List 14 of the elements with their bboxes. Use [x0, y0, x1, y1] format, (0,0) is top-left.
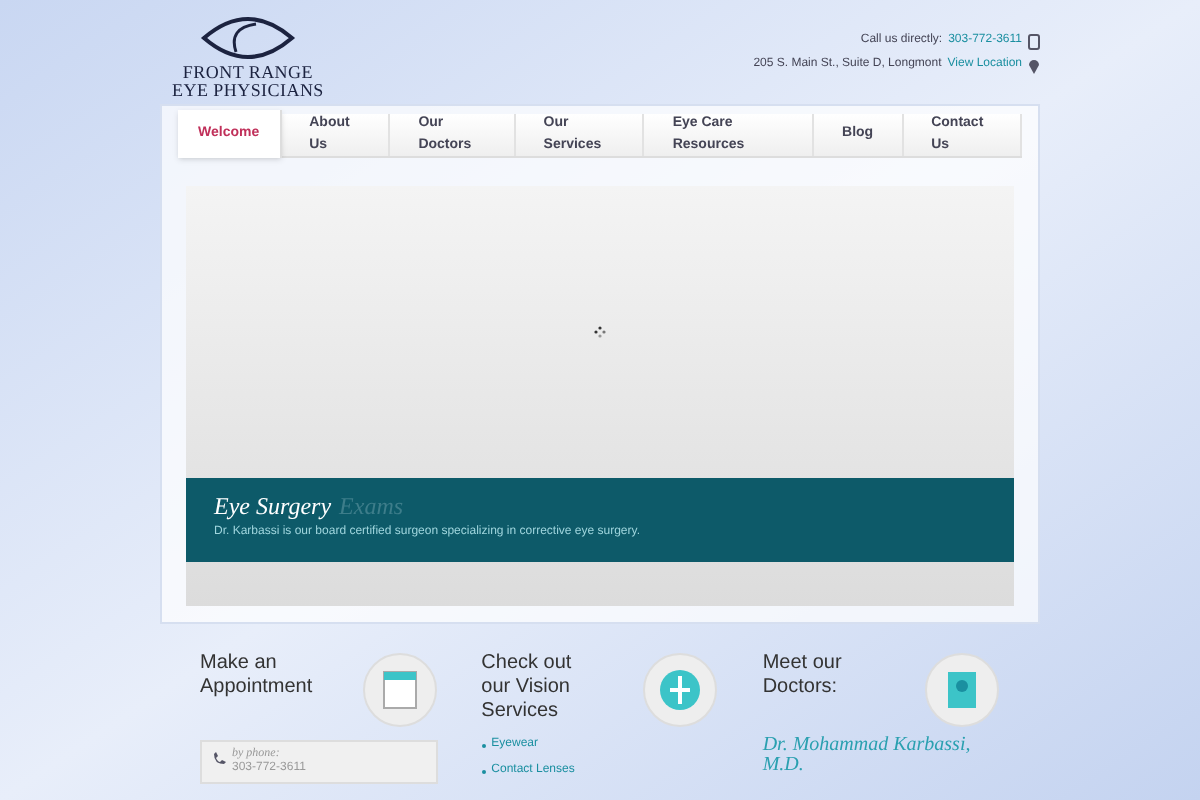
phone-icon	[1028, 33, 1040, 49]
loading-spinner-icon	[594, 326, 606, 338]
contact-book-icon	[923, 652, 1000, 728]
calendar-icon	[361, 652, 438, 728]
medical-cross-icon	[642, 652, 719, 728]
slide-title: Eye Surgery	[214, 494, 332, 520]
column-heading: Make an Appointment	[200, 652, 315, 700]
logo-text: FRONT RANGE	[182, 64, 313, 82]
phone-icon	[214, 752, 226, 764]
map-pin-icon	[1028, 57, 1040, 73]
eye-logo-icon	[199, 12, 296, 64]
column-heading: Check out our Vision Services	[481, 652, 574, 724]
column-heading: Meet our Doctors:	[762, 652, 844, 700]
logo-text: EYE PHYSICIANS	[172, 82, 324, 100]
